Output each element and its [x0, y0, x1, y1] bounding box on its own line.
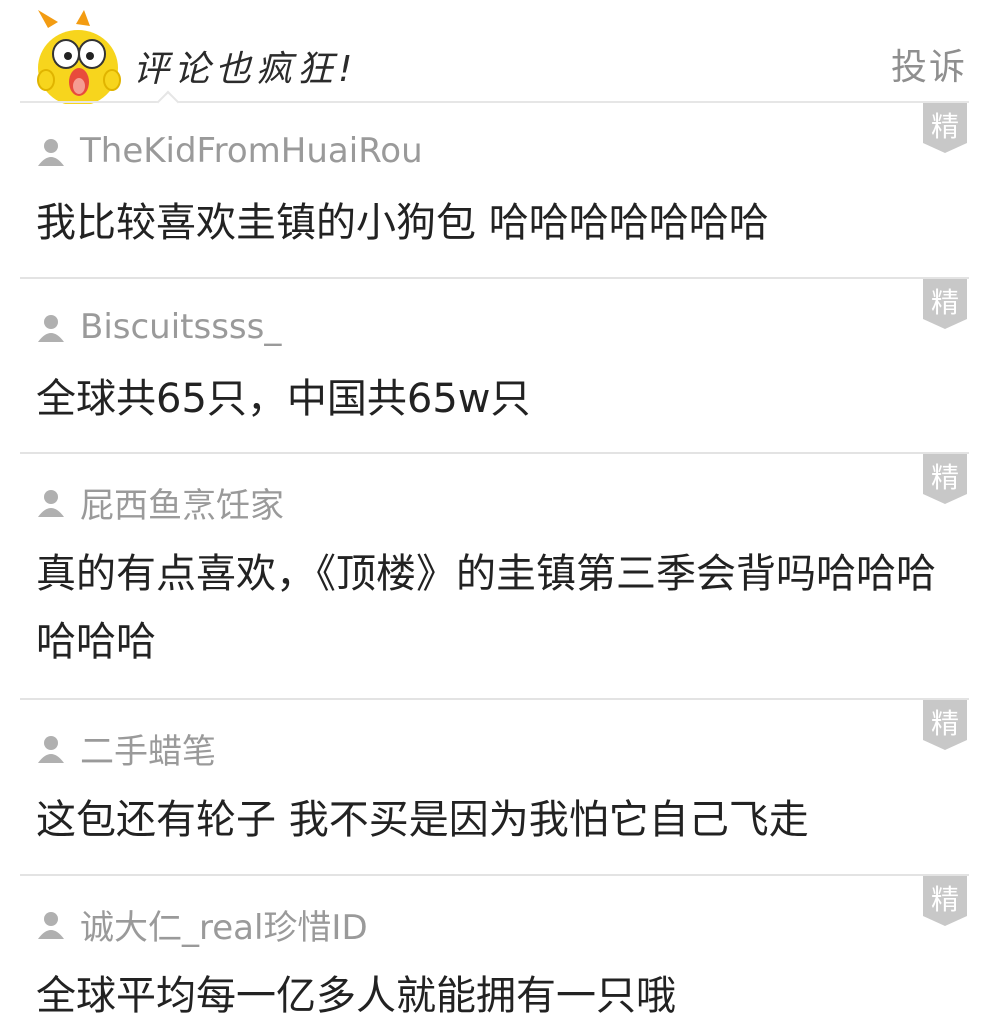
comment-item: 精 二手蜡笔 这包还有轮子 我不买是因为我怕它自己飞走	[20, 700, 969, 876]
comment-username[interactable]: 二手蜡笔	[80, 724, 216, 773]
header-title: 评论也疯狂!	[133, 49, 358, 90]
user-icon	[36, 312, 66, 342]
comment-text: 真的有点喜欢，《顶楼》的圭镇第三季会背吗哈哈哈哈哈哈	[36, 551, 936, 665]
featured-badge-icon: 精	[923, 700, 967, 750]
comment-text: 全球共65只，中国共65w只	[36, 376, 531, 422]
badge-label: 精	[931, 883, 959, 916]
comment-text: 我比较喜欢圭镇的小狗包 哈哈哈哈哈哈哈	[36, 200, 769, 246]
comment-username[interactable]: TheKidFromHuaiRou	[80, 131, 423, 171]
comments-header: 评论也疯狂! 投诉	[0, 0, 987, 114]
featured-badge-icon: 精	[923, 279, 967, 329]
comment-text: 全球平均每一亿多人就能拥有一只哦	[36, 973, 676, 1019]
featured-badge-icon: 精	[923, 454, 967, 504]
badge-label: 精	[931, 461, 959, 494]
comment-item: 精 Biscuitssss_ 全球共65只，中国共65w只	[20, 279, 969, 454]
report-button[interactable]: 投诉	[891, 38, 967, 90]
featured-badge-icon: 精	[923, 103, 967, 153]
comment-item: 精 TheKidFromHuaiRou 我比较喜欢圭镇的小狗包 哈哈哈哈哈哈哈	[20, 103, 969, 279]
comment-text: 这包还有轮子 我不买是因为我怕它自己飞走	[36, 797, 809, 843]
mascot-logo	[28, 10, 128, 106]
comment-item: 精 屁西鱼烹饪家 真的有点喜欢，《顶楼》的圭镇第三季会背吗哈哈哈哈哈哈	[20, 454, 969, 700]
badge-label: 精	[931, 110, 959, 143]
user-icon	[36, 136, 66, 166]
featured-badge-icon: 精	[923, 876, 967, 926]
comment-username[interactable]: 诚大仁_real珍惜ID	[80, 900, 368, 949]
comment-item: 精 诚大仁_real珍惜ID 全球平均每一亿多人就能拥有一只哦	[20, 876, 969, 1019]
comment-username[interactable]: 屁西鱼烹饪家	[80, 478, 284, 527]
badge-label: 精	[931, 286, 959, 319]
badge-label: 精	[931, 707, 959, 740]
user-icon	[36, 733, 66, 763]
user-icon	[36, 487, 66, 517]
user-icon	[36, 909, 66, 939]
comment-username[interactable]: Biscuitssss_	[80, 307, 281, 347]
